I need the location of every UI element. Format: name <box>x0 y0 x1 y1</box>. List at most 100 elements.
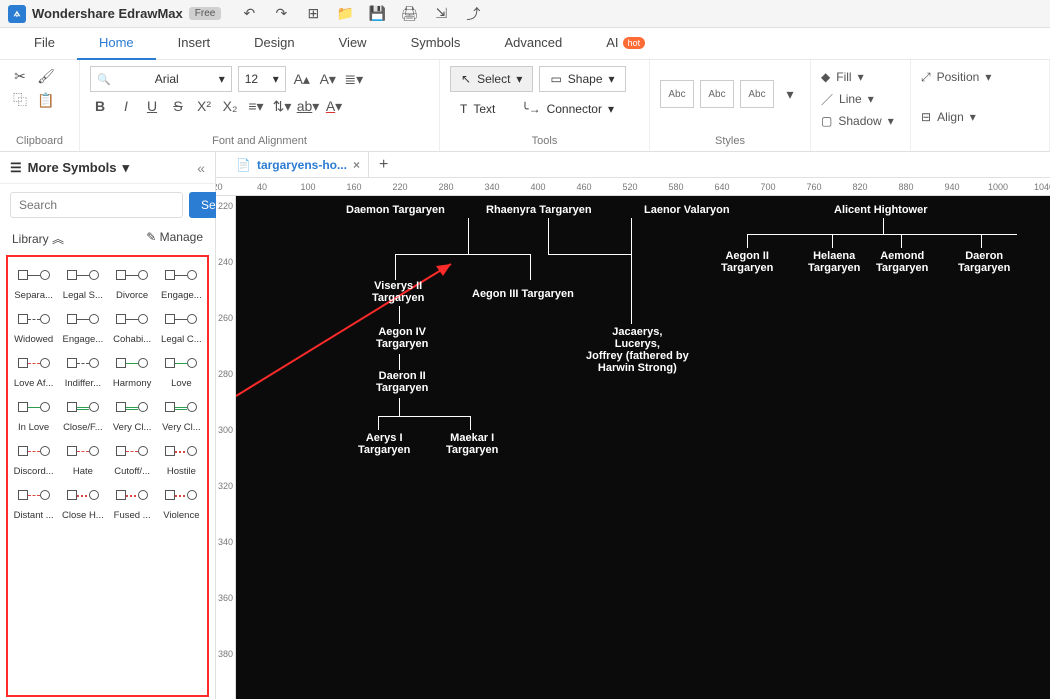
line-button[interactable]: ／ Line ▾ <box>821 88 900 110</box>
bold-icon[interactable]: B <box>90 96 110 116</box>
shape-violence[interactable]: Violence <box>158 481 205 523</box>
highlight-icon[interactable]: ab▾ <box>298 96 318 116</box>
shape-closeh[interactable]: Close H... <box>59 481 106 523</box>
add-tab-icon[interactable]: + <box>379 156 388 174</box>
print-icon[interactable]: 🖨 <box>399 4 419 24</box>
underline-icon[interactable]: U <box>142 96 162 116</box>
shape-hate[interactable]: Hate <box>59 437 106 479</box>
node-daemon[interactable]: Daemon Targaryen <box>346 204 445 216</box>
shape-divorce[interactable]: Divorce <box>109 261 156 303</box>
node-children3[interactable]: Jacaerys, Lucerys, Joffrey (fathered by … <box>586 326 689 374</box>
line-spacing-icon[interactable]: ⇅▾ <box>272 96 292 116</box>
style-more-icon[interactable]: ▾ <box>780 84 800 104</box>
new-icon[interactable]: ⊞ <box>303 4 323 24</box>
align-left-icon[interactable]: ≡▾ <box>246 96 266 116</box>
shape-harmony[interactable]: Harmony <box>109 349 156 391</box>
fill-button[interactable]: ◆ Fill ▾ <box>821 66 900 88</box>
shape-distant[interactable]: Distant ... <box>10 481 57 523</box>
undo-icon[interactable]: ↶ <box>239 4 259 24</box>
close-tab-icon[interactable]: × <box>353 158 360 172</box>
node-aerys1[interactable]: Aerys I Targaryen <box>358 432 410 456</box>
subscript-icon[interactable]: X₂ <box>220 96 240 116</box>
save-icon[interactable]: 💾 <box>367 4 387 24</box>
select-tool[interactable]: ↖ Select ▾ <box>450 66 533 92</box>
superscript-icon[interactable]: X² <box>194 96 214 116</box>
style-preset-3[interactable]: Abc <box>740 80 774 108</box>
shape-discord[interactable]: Discord... <box>10 437 57 479</box>
cut-icon[interactable]: ✂ <box>10 66 30 86</box>
node-viserys2[interactable]: Viserys II Targaryen <box>372 280 424 304</box>
shape-library-panel: Separa...Legal S...DivorceEngage...Widow… <box>6 255 209 697</box>
sidebar-collapse-icon[interactable]: « <box>197 160 205 176</box>
shape-love[interactable]: Love <box>158 349 205 391</box>
shape-engage[interactable]: Engage... <box>59 305 106 347</box>
node-aegon4[interactable]: Aegon IV Targaryen <box>376 326 428 350</box>
format-painter-icon[interactable]: 🖌 <box>36 66 56 86</box>
open-icon[interactable]: 📁 <box>335 4 355 24</box>
shape-verycl[interactable]: Very Cl... <box>158 393 205 435</box>
shape-verycl[interactable]: Very Cl... <box>109 393 156 435</box>
library-toggle[interactable]: Library ︽ <box>12 230 64 247</box>
tab-view[interactable]: View <box>317 28 389 60</box>
tab-symbols[interactable]: Symbols <box>389 28 483 60</box>
export-icon[interactable]: ⇲ <box>431 4 451 24</box>
tab-home[interactable]: Home <box>77 28 156 60</box>
search-input[interactable] <box>10 192 183 218</box>
shape-legalc[interactable]: Legal C... <box>158 305 205 347</box>
share-icon[interactable]: ⤴ <box>463 4 483 24</box>
canvas[interactable]: Daemon Targaryen Rhaenyra Targaryen Laen… <box>236 196 1050 699</box>
node-aegon2[interactable]: Aegon II Targaryen <box>721 250 773 274</box>
shape-widowed[interactable]: Widowed <box>10 305 57 347</box>
ai-hot-badge: hot <box>623 37 646 49</box>
tab-insert[interactable]: Insert <box>156 28 233 60</box>
shrink-font-icon[interactable]: A▾ <box>318 69 338 89</box>
font-size-select[interactable]: 12▾ <box>238 66 286 92</box>
shape-closef[interactable]: Close/F... <box>59 393 106 435</box>
titlebar: ⟑ Wondershare EdrawMax Free ↶ ↷ ⊞ 📁 💾 🖨 … <box>0 0 1050 28</box>
connector-tool[interactable]: ╰→ Connector ▾ <box>511 96 624 122</box>
shape-cohabi[interactable]: Cohabi... <box>109 305 156 347</box>
document-tab[interactable]: 📄 targaryens-ho... × <box>228 152 369 178</box>
tab-design[interactable]: Design <box>232 28 316 60</box>
font-color-icon[interactable]: A▾ <box>324 96 344 116</box>
redo-icon[interactable]: ↷ <box>271 4 291 24</box>
strike-icon[interactable]: S <box>168 96 188 116</box>
font-select[interactable]: Arial▾ <box>90 66 232 92</box>
shape-fused[interactable]: Fused ... <box>109 481 156 523</box>
shape-separa[interactable]: Separa... <box>10 261 57 303</box>
paste-icon[interactable]: 📋 <box>36 90 56 110</box>
grow-font-icon[interactable]: A▴ <box>292 69 312 89</box>
position-button[interactable]: ⤢ Position ▾ <box>921 66 1039 88</box>
shape-tool[interactable]: ▭ Shape ▾ <box>539 66 625 92</box>
style-preset-1[interactable]: Abc <box>660 80 694 108</box>
node-laenor[interactable]: Laenor Valaryon <box>644 204 730 216</box>
shape-hostile[interactable]: Hostile <box>158 437 205 479</box>
node-daeron2[interactable]: Daeron II Targaryen <box>376 370 428 394</box>
tab-file[interactable]: File <box>12 28 77 60</box>
shape-inlove[interactable]: In Love <box>10 393 57 435</box>
style-preset-2[interactable]: Abc <box>700 80 734 108</box>
node-rhaenyra[interactable]: Rhaenyra Targaryen <box>486 204 592 216</box>
node-daeron[interactable]: Daeron Targaryen <box>958 250 1010 274</box>
node-maekar1[interactable]: Maekar I Targaryen <box>446 432 498 456</box>
shadow-button[interactable]: ▢ Shadow ▾ <box>821 110 900 132</box>
align-button[interactable]: ⊟ Align ▾ <box>921 106 1039 128</box>
shape-cutoff[interactable]: Cutoff/... <box>109 437 156 479</box>
tab-ai[interactable]: AIhot <box>584 28 667 60</box>
node-aemond[interactable]: Aemond Targaryen <box>876 250 928 274</box>
document-tabs: 📄 targaryens-ho... × + <box>216 152 1050 178</box>
shape-legals[interactable]: Legal S... <box>59 261 106 303</box>
node-aegon3[interactable]: Aegon III Targaryen <box>472 288 574 300</box>
manage-link[interactable]: ✎ Manage <box>146 230 203 247</box>
italic-icon[interactable]: I <box>116 96 136 116</box>
text-tool[interactable]: T Text <box>450 96 505 122</box>
shape-loveaf[interactable]: Love Af... <box>10 349 57 391</box>
tab-advanced[interactable]: Advanced <box>482 28 584 60</box>
copy-icon[interactable]: ⿻ <box>10 90 30 110</box>
node-alicent[interactable]: Alicent Hightower <box>834 204 928 216</box>
shape-indiffer[interactable]: Indiffer... <box>59 349 106 391</box>
node-helaena[interactable]: Helaena Targaryen <box>808 250 860 274</box>
more-symbols-toggle[interactable]: ☰ More Symbols▾ <box>10 160 129 176</box>
shape-engage[interactable]: Engage... <box>158 261 205 303</box>
bullets-icon[interactable]: ≣▾ <box>344 69 364 89</box>
